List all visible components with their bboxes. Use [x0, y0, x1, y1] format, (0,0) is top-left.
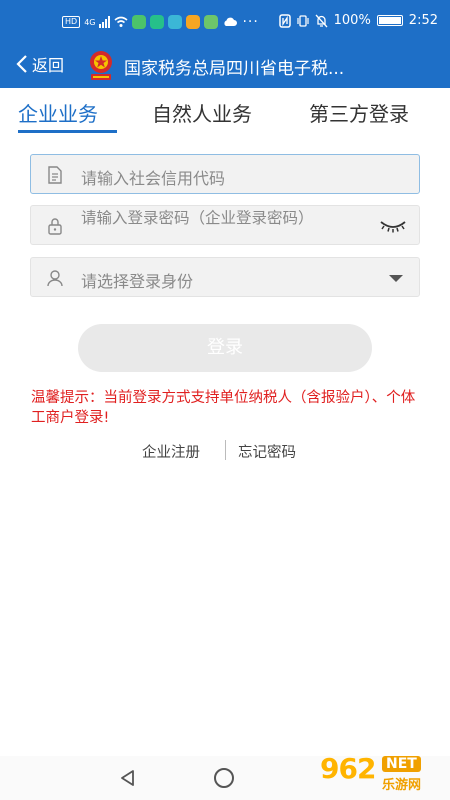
back-chevron-icon — [16, 55, 27, 73]
app-notification-icon — [168, 15, 183, 29]
hd-badge: HD — [62, 16, 81, 28]
battery-icon — [376, 15, 403, 26]
user-icon — [47, 270, 63, 287]
back-button[interactable]: 返回 — [16, 52, 64, 76]
tab-enterprise[interactable]: 企业业务 — [18, 98, 98, 127]
back-label: 返回 — [32, 56, 65, 75]
nav-bar: 返回 国家税务总局四川省电子税... — [0, 44, 450, 88]
wifi-icon — [114, 16, 128, 27]
eye-closed-icon[interactable] — [379, 219, 407, 233]
link-divider — [225, 440, 226, 460]
watermark-number: 962 — [320, 752, 376, 785]
watermark-net: NET — [382, 756, 421, 772]
nav-back-icon[interactable] — [118, 768, 138, 788]
status-left: HD 4G ··· — [62, 14, 259, 30]
account-links: 企业注册 忘记密码 — [0, 438, 450, 462]
page-title: 国家税务总局四川省电子税... — [124, 59, 345, 79]
cloud-icon — [224, 17, 238, 26]
document-icon — [48, 166, 62, 184]
login-tip: 温馨提示：当前登录方式支持单位纳税人（含报验户）、个体工商户登录! — [31, 390, 416, 426]
network-label: 4G — [84, 17, 96, 27]
more-dots-icon: ··· — [242, 14, 259, 30]
app-notification-icon — [204, 15, 219, 29]
status-right: 100% 2:52 — [278, 13, 438, 28]
tab-bar: 企业业务 自然人业务 第三方登录 — [0, 88, 450, 134]
tab-individual[interactable]: 自然人业务 — [152, 98, 252, 127]
nav-home-icon[interactable] — [214, 768, 234, 788]
nfc-icon — [278, 13, 291, 28]
forgot-password-link[interactable]: 忘记密码 — [238, 441, 296, 462]
clock: 2:52 — [408, 13, 438, 28]
status-bar: HD 4G ··· 100% 2:52 — [0, 0, 450, 44]
login-button[interactable]: 登录 — [78, 324, 372, 372]
password-input[interactable]: 请输入登录密码（企业登录密码） — [30, 205, 420, 245]
watermark-cn: 乐游网 — [382, 778, 422, 793]
app-notification-icon — [150, 15, 165, 29]
app-notification-icon — [186, 15, 201, 29]
password-placeholder: 请输入登录密码（企业登录密码） — [81, 209, 314, 227]
vibrate-icon — [297, 14, 309, 27]
mute-bell-icon — [315, 14, 328, 27]
active-tab-indicator — [18, 130, 117, 133]
dropdown-caret-icon[interactable] — [389, 275, 403, 282]
identity-placeholder: 请选择登录身份 — [81, 272, 194, 291]
lock-icon — [48, 218, 62, 235]
battery-percent: 100% — [333, 13, 371, 28]
credit-code-placeholder: 请输入社会信用代码 — [81, 169, 226, 188]
site-watermark: 962 NET 乐游网 — [316, 752, 444, 796]
tab-third-party-login[interactable]: 第三方登录 — [309, 98, 409, 127]
identity-select[interactable]: 请选择登录身份 — [30, 257, 420, 297]
app-notification-icon — [132, 15, 147, 29]
credit-code-input[interactable]: 请输入社会信用代码 — [30, 154, 420, 194]
register-link[interactable]: 企业注册 — [142, 441, 200, 462]
signal-icon — [99, 16, 111, 28]
tax-emblem-icon — [90, 51, 112, 80]
